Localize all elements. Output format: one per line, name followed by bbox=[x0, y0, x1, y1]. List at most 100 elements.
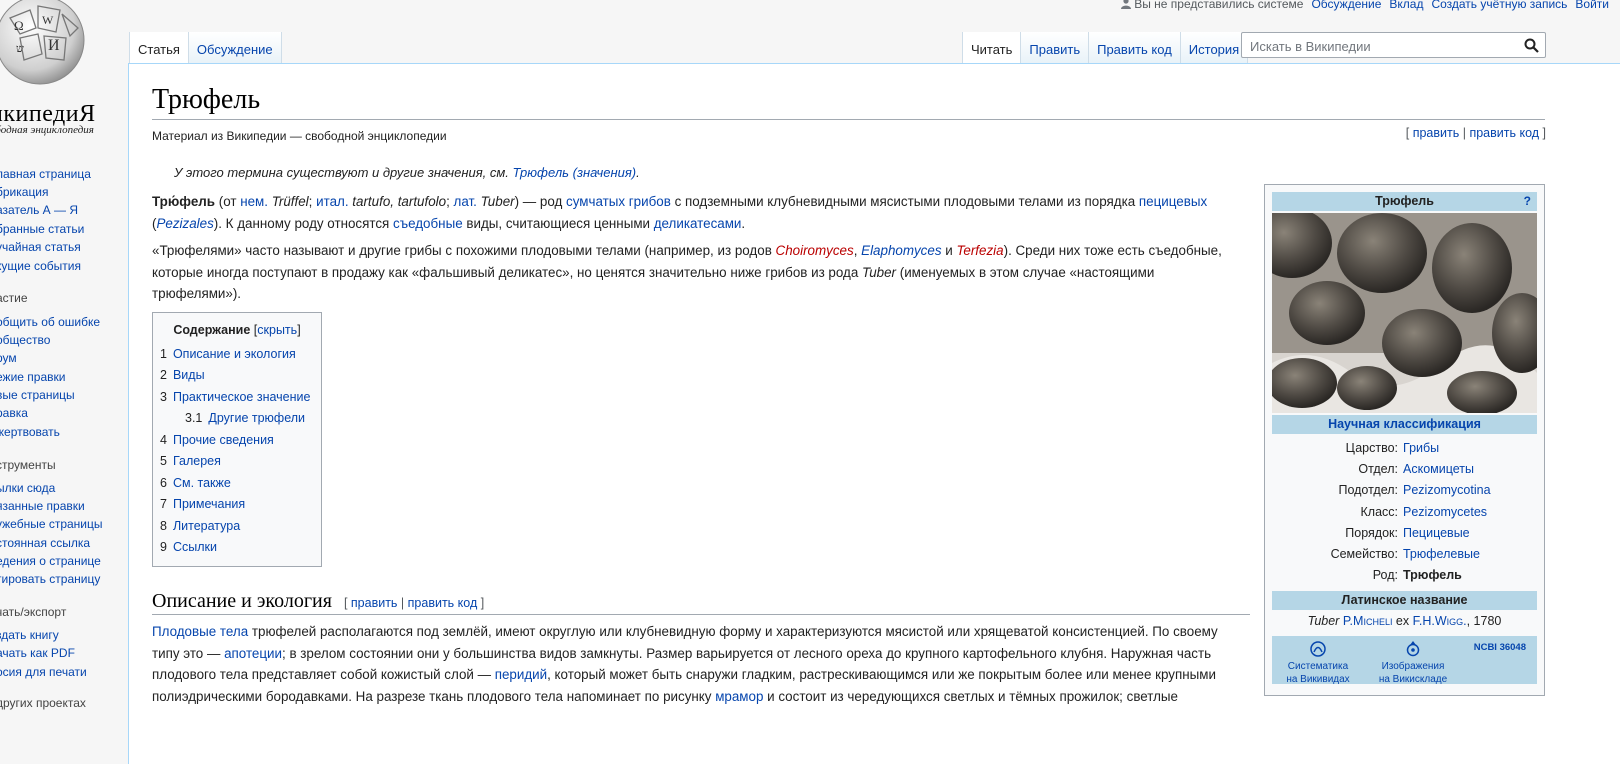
toc-link[interactable]: Прочие сведения bbox=[173, 433, 274, 447]
taxon-link[interactable]: Грибы bbox=[1403, 438, 1439, 458]
toc-item[interactable]: 2 Виды bbox=[160, 367, 205, 383]
toc-link[interactable]: Ссылки bbox=[173, 540, 217, 554]
sidebar-item-rubrication[interactable]: брикация bbox=[0, 184, 49, 200]
wikispecies-link[interactable]: Систематика на Викивидах bbox=[1278, 640, 1358, 686]
toc-number: 3 bbox=[160, 390, 167, 404]
sidebar-item-cite[interactable]: тировать страницу bbox=[0, 571, 100, 587]
sidebar-item-what-links-here[interactable]: ылки сюда bbox=[0, 480, 55, 496]
tab-read[interactable]: Читать bbox=[962, 32, 1021, 65]
sidebar-item-page-info[interactable]: едения о странице bbox=[0, 553, 101, 569]
disambiguation-link[interactable]: Трюфель (значения) bbox=[513, 165, 637, 180]
search-input[interactable] bbox=[1248, 34, 1522, 58]
wikipedia-logo[interactable]: Ω W И ש икипедиЯ ободная энциклопедия bbox=[0, 0, 130, 140]
taxon-link[interactable]: Трюфелевые bbox=[1403, 544, 1480, 564]
sidebar-item-help[interactable]: равка bbox=[0, 405, 28, 421]
sidebar-item-forum[interactable]: рум bbox=[0, 350, 17, 366]
contributions-link[interactable]: Вклад bbox=[1389, 0, 1423, 11]
sidebar-item-recent-changes[interactable]: ежие правки bbox=[0, 369, 65, 385]
link-choiromyces[interactable]: Choiromyces bbox=[776, 243, 854, 258]
toc-hide-toggle[interactable]: скрыть bbox=[257, 323, 297, 337]
sidebar-item-permalink[interactable]: стоянная ссылка bbox=[0, 535, 90, 551]
tab-edit-source[interactable]: Править код bbox=[1088, 32, 1180, 64]
wikipedia-globe-icon: Ω W И ש bbox=[0, 0, 85, 85]
create-account-link[interactable]: Создать учётную запись bbox=[1431, 0, 1567, 11]
author-link[interactable]: P.Micheli bbox=[1343, 614, 1393, 628]
toc-item[interactable]: 9 Ссылки bbox=[160, 539, 217, 555]
sidebar-item-random[interactable]: учайная статья bbox=[0, 239, 81, 255]
search-icon[interactable] bbox=[1524, 38, 1539, 53]
section-divider bbox=[152, 614, 1250, 615]
link-fruiting-bodies[interactable]: Плодовые тела bbox=[152, 624, 248, 639]
taxon-link[interactable]: Pezizomycetes bbox=[1403, 502, 1487, 522]
sidebar-item-report-error[interactable]: общить об ошибке bbox=[0, 314, 100, 330]
hatnote: У этого термина существуют и другие знач… bbox=[174, 165, 640, 180]
toc-item[interactable]: 5 Галерея bbox=[160, 453, 221, 469]
svg-text:W: W bbox=[42, 13, 54, 27]
tab-edit[interactable]: Править bbox=[1020, 32, 1089, 64]
sidebar-item-index[interactable]: азатель А — Я bbox=[0, 202, 78, 218]
link-marble[interactable]: мрамор bbox=[715, 689, 763, 704]
toc-item[interactable]: 4 Прочие сведения bbox=[160, 432, 274, 448]
tab-discussion[interactable]: Обсуждение bbox=[187, 32, 282, 64]
sidebar-heading-tools: струменты bbox=[0, 458, 56, 472]
sidebar-item-donate[interactable]: жертвовать bbox=[0, 424, 60, 440]
edit-link[interactable]: править bbox=[1413, 126, 1460, 140]
link-terfezia[interactable]: Terfezia bbox=[956, 243, 1003, 258]
sidebar-item-new-pages[interactable]: вые страницы bbox=[0, 387, 75, 403]
sidebar-item-community[interactable]: общество bbox=[0, 332, 50, 348]
link-delicacies[interactable]: деликатесами bbox=[654, 216, 742, 231]
edit-source-link[interactable]: править код bbox=[1469, 126, 1539, 140]
link-apothecia[interactable]: апотеции bbox=[224, 646, 282, 661]
toc-link[interactable]: Галерея bbox=[173, 454, 221, 468]
toc-link[interactable]: См. также bbox=[173, 476, 231, 490]
ncbi-link[interactable]: NCBI 36048 bbox=[1474, 642, 1526, 653]
link-edible[interactable]: съедобные bbox=[393, 216, 463, 231]
link-peridium[interactable]: перидий bbox=[495, 667, 547, 682]
toc-item[interactable]: 3.1 Другие трюфели bbox=[185, 410, 305, 426]
login-link[interactable]: Войти bbox=[1575, 0, 1609, 11]
sidebar-item-related-changes[interactable]: язанные правки bbox=[0, 498, 85, 514]
toc-link[interactable]: Другие трюфели bbox=[208, 411, 305, 425]
sidebar-item-featured[interactable]: бранные статьи bbox=[0, 221, 84, 237]
classification-band[interactable]: Научная классификация bbox=[1272, 415, 1537, 434]
sidebar-item-download-pdf[interactable]: ачать как PDF bbox=[0, 645, 75, 661]
sidebar-item-create-book[interactable]: здать книгу bbox=[0, 627, 59, 643]
toc-item[interactable]: 1 Описание и экология bbox=[160, 346, 296, 362]
tab-history[interactable]: История bbox=[1179, 32, 1249, 64]
toc-link[interactable]: Описание и экология bbox=[173, 347, 296, 361]
link-italian[interactable]: итал. bbox=[316, 194, 348, 209]
sidebar-item-printable[interactable]: осия для печати bbox=[0, 664, 87, 680]
link-pezizales[interactable]: пецицевых bbox=[1139, 194, 1207, 209]
taxon-link[interactable]: Pezizomycotina bbox=[1403, 480, 1491, 500]
taxon-rank: Отдел: bbox=[1358, 462, 1398, 476]
toc-link[interactable]: Примечания bbox=[173, 497, 245, 511]
toc-link[interactable]: Виды bbox=[173, 368, 205, 382]
sidebar-item-special-pages[interactable]: ужебные страницы bbox=[0, 516, 103, 532]
toc-item[interactable]: 3 Практическое значение bbox=[160, 389, 310, 405]
section-edit-link[interactable]: править bbox=[351, 596, 398, 610]
section-edit-source-link[interactable]: править код bbox=[408, 596, 478, 610]
infobox-help-link[interactable]: ? bbox=[1524, 192, 1531, 211]
toc-link[interactable]: Литература bbox=[173, 519, 240, 533]
link-latin[interactable]: лат. bbox=[454, 194, 477, 209]
tab-article[interactable]: Статья bbox=[129, 32, 188, 65]
talk-link[interactable]: Обсуждение bbox=[1311, 0, 1381, 11]
svg-text:Ω: Ω bbox=[14, 18, 24, 33]
text: ex bbox=[1392, 614, 1413, 628]
author-link[interactable]: F.H.Wigg. bbox=[1413, 614, 1467, 628]
link-pezizales-latin[interactable]: Pezizales bbox=[156, 216, 213, 231]
link-ascomycetes[interactable]: сумчатых грибов bbox=[566, 194, 671, 209]
toc-link[interactable]: Практическое значение bbox=[173, 390, 311, 404]
link-elaphomyces[interactable]: Elaphomyces bbox=[861, 243, 941, 258]
sidebar-item-current-events[interactable]: кущие события bbox=[0, 258, 81, 274]
sidebar-item-main-page[interactable]: лавная страница bbox=[0, 166, 91, 182]
truffle-photo[interactable] bbox=[1272, 213, 1537, 413]
link-german[interactable]: нем. bbox=[240, 194, 268, 209]
toc-item[interactable]: 7 Примечания bbox=[160, 496, 245, 512]
taxon-link[interactable]: Аскомицеты bbox=[1403, 459, 1474, 479]
toc-item[interactable]: 8 Литература bbox=[160, 518, 240, 534]
commons-link[interactable]: Изображения на Викискладе bbox=[1370, 640, 1456, 686]
taxon-link[interactable]: Пецицевые bbox=[1403, 523, 1470, 543]
section-heading: Описание и экология [ править | править к… bbox=[152, 590, 484, 613]
toc-item[interactable]: 6 См. также bbox=[160, 475, 231, 491]
